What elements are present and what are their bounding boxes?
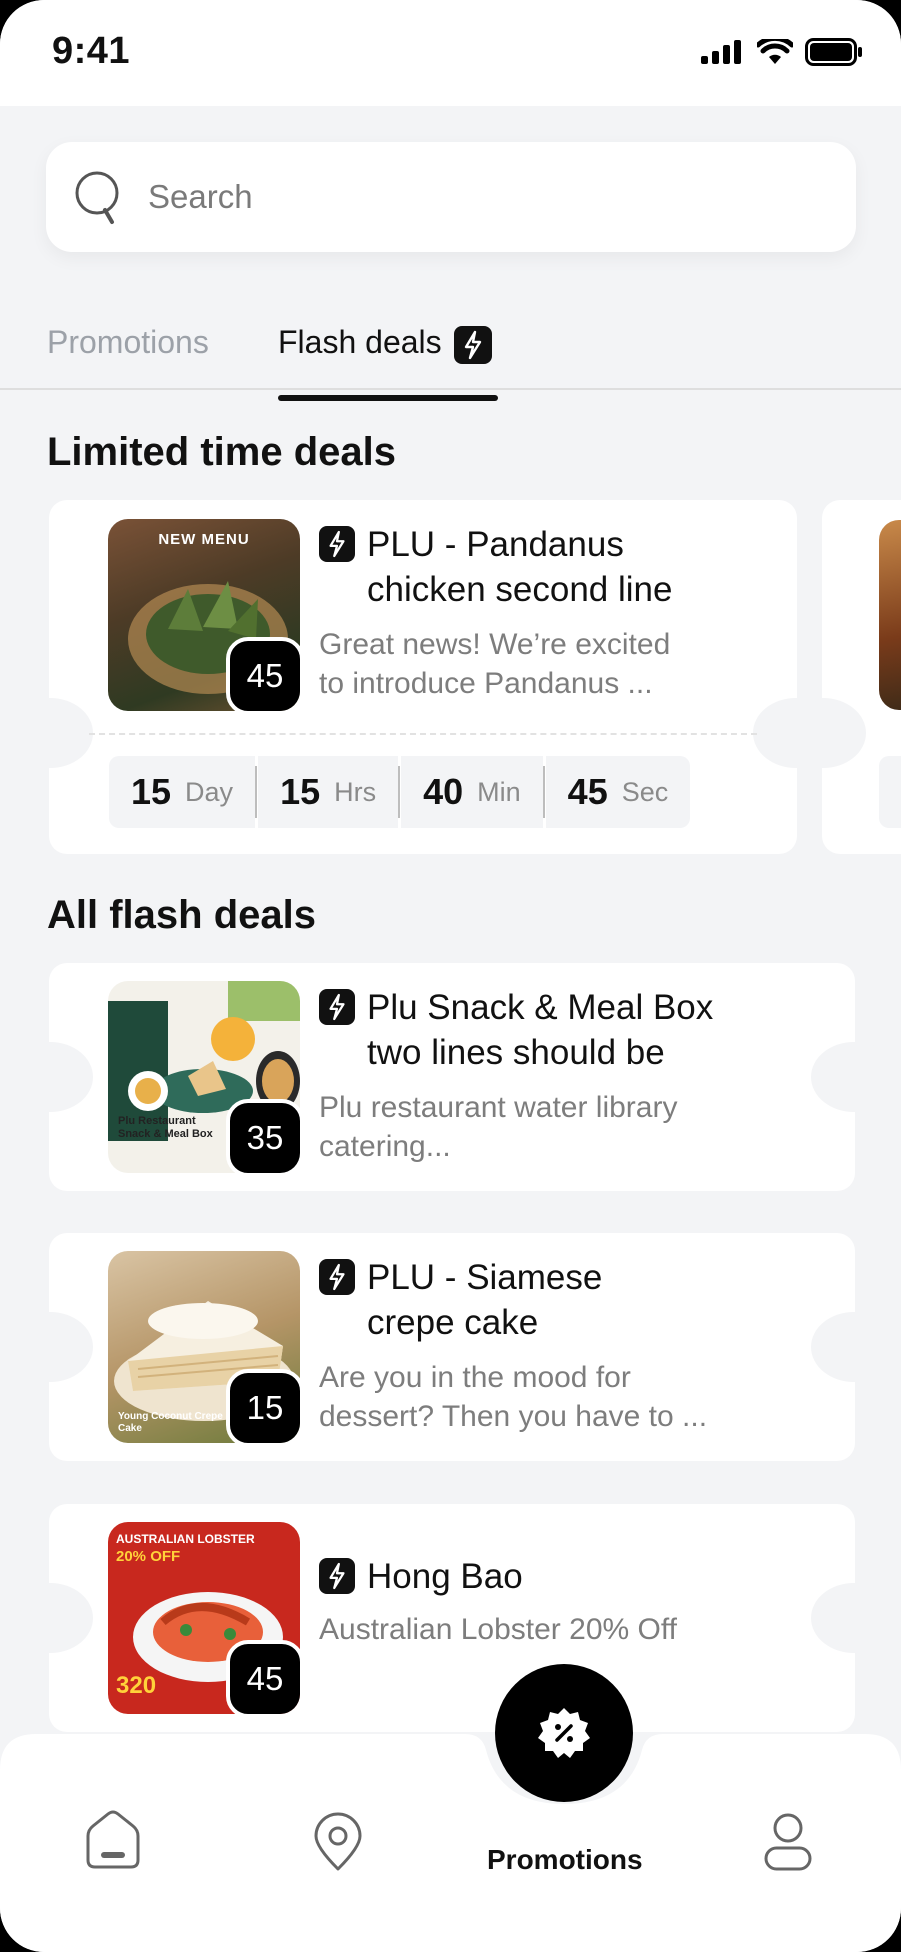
signal-icon bbox=[701, 40, 741, 64]
flash-icon bbox=[453, 326, 492, 364]
search-bar[interactable] bbox=[46, 142, 856, 252]
deal-title: Hong Bao bbox=[319, 1554, 523, 1599]
nav-promotions-label[interactable]: Promotions bbox=[487, 1844, 643, 1876]
location-icon bbox=[314, 1812, 362, 1871]
deal-image: AUSTRALIAN LOBSTER 20% OFF 320 45 bbox=[108, 1522, 300, 1714]
deal-image-partial bbox=[879, 520, 901, 710]
deal-title: PLU - Siamese crepe cake bbox=[319, 1255, 602, 1345]
deal-image: Young Coconut Crepe Cake 15 bbox=[108, 1251, 300, 1443]
tab-promotions[interactable]: Promotions bbox=[47, 324, 209, 390]
deal-image-caption: Plu Restaurant Snack & Meal Box bbox=[118, 1115, 213, 1140]
flash-deal-card[interactable]: AUSTRALIAN LOBSTER 20% OFF 320 45 Hong B… bbox=[7, 1504, 897, 1732]
nav-profile[interactable] bbox=[763, 1812, 813, 1877]
timer-seconds: 45 Sec bbox=[545, 756, 691, 828]
flash-icon bbox=[319, 526, 355, 562]
deal-title-line2: chicken second line bbox=[367, 570, 673, 609]
status-bar: 9:41 bbox=[0, 0, 901, 106]
deal-count-badge: 35 bbox=[226, 1099, 300, 1173]
ticket-divider bbox=[89, 733, 757, 735]
deal-image: Plu Restaurant Snack & Meal Box 35 bbox=[108, 981, 300, 1173]
limited-deal-card-next[interactable] bbox=[822, 500, 901, 854]
deal-image: NEW MENU 45 bbox=[108, 519, 300, 711]
tab-flash-deals-label: Flash deals bbox=[278, 324, 442, 360]
deal-description: Great news! We’re excited to introduce P… bbox=[319, 628, 671, 700]
tab-flash-deals[interactable]: Flash deals bbox=[278, 324, 498, 401]
nav-home[interactable] bbox=[84, 1810, 142, 1875]
timer-days: 15 Day bbox=[109, 756, 256, 828]
search-icon bbox=[75, 171, 119, 224]
ticket-notch-left bbox=[7, 698, 93, 768]
countdown-timer: 15 Day 15 Hrs 40 Min 45 Sec bbox=[109, 756, 691, 828]
deal-image-caption: AUSTRALIAN LOBSTER bbox=[116, 1532, 255, 1546]
deal-image-caption-2: 20% OFF bbox=[116, 1548, 181, 1565]
flash-deal-card[interactable]: Plu Restaurant Snack & Meal Box 35 Plu S… bbox=[7, 963, 897, 1191]
active-tab-indicator bbox=[278, 395, 498, 401]
section-title-all: All flash deals bbox=[47, 893, 316, 937]
flash-icon bbox=[319, 989, 355, 1025]
deal-image-caption: Young Coconut Crepe Cake bbox=[118, 1411, 223, 1434]
deal-image-price: 320 bbox=[116, 1672, 157, 1699]
deal-description: Plu restaurant water library catering... bbox=[319, 1091, 678, 1163]
limited-deal-card[interactable]: NEW MENU 45 PLU - Pandanus chicken secon… bbox=[7, 500, 839, 854]
search-input[interactable] bbox=[148, 170, 828, 224]
timer-minutes: 40 Min bbox=[401, 756, 543, 828]
deal-count-badge: 45 bbox=[226, 637, 300, 711]
deal-title-line1: PLU - Pandanus bbox=[367, 525, 624, 564]
section-title-limited: Limited time deals bbox=[47, 430, 396, 474]
flash-icon bbox=[319, 1259, 355, 1295]
nav-location[interactable] bbox=[313, 1812, 363, 1877]
flash-icon bbox=[319, 1558, 355, 1594]
tab-bar: Promotions Flash deals bbox=[0, 310, 901, 401]
status-icons bbox=[701, 38, 863, 66]
deal-title: PLU - Pandanus chicken second line bbox=[319, 522, 673, 612]
deal-count-badge: 15 bbox=[226, 1369, 300, 1443]
promotion-icon bbox=[538, 1708, 590, 1758]
deal-image-caption: NEW MENU bbox=[158, 531, 250, 548]
promotions-fab-button[interactable] bbox=[495, 1664, 633, 1802]
home-icon bbox=[86, 1810, 140, 1869]
deal-description: Are you in the mood for dessert? Then yo… bbox=[319, 1361, 708, 1433]
status-time: 9:41 bbox=[52, 30, 131, 72]
battery-icon bbox=[805, 38, 862, 66]
deal-title: Plu Snack & Meal Box two lines should be bbox=[319, 985, 713, 1075]
flash-deal-card[interactable]: Young Coconut Crepe Cake 15 PLU - Siames… bbox=[7, 1233, 897, 1461]
deal-description: Australian Lobster 20% Off bbox=[319, 1613, 677, 1646]
wifi-icon bbox=[757, 39, 793, 64]
deal-count-badge: 45 bbox=[226, 1640, 300, 1714]
profile-icon bbox=[764, 1813, 812, 1871]
phone-screen: 9:41 Search Promotions Flash deals Limit… bbox=[0, 0, 901, 1952]
timer-hours: 15 Hrs bbox=[258, 756, 399, 828]
